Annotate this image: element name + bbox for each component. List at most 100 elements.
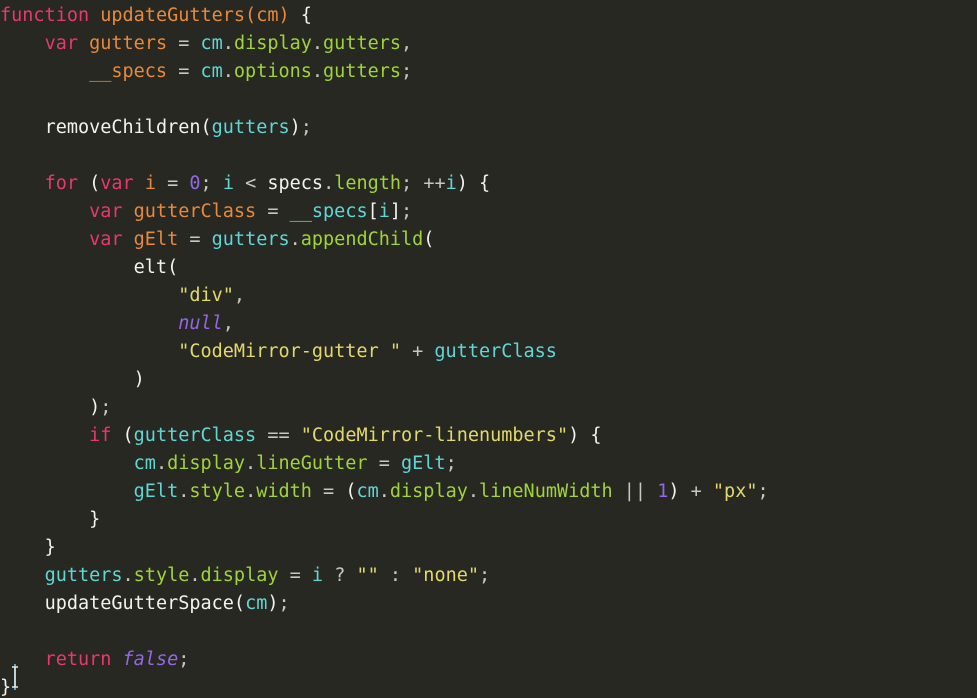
token-paren: ) <box>133 369 145 390</box>
text-cursor <box>14 664 16 690</box>
token-local: cm <box>356 481 379 502</box>
code-line[interactable]: if (gutterClass == "CodeMirror-linenumbe… <box>0 422 769 450</box>
code-line[interactable]: } <box>0 674 769 698</box>
token-def: gutterClass <box>133 201 257 222</box>
token-kw: return <box>44 649 112 670</box>
code-line[interactable]: __specs = cm.options.gutters; <box>0 58 769 86</box>
token-local: i <box>311 565 324 586</box>
token-prop: display <box>233 33 312 54</box>
code-line[interactable]: } <box>0 534 769 562</box>
token-local: gElt <box>401 453 446 474</box>
token-local: gElt <box>133 481 179 502</box>
token-prop: display <box>167 453 246 474</box>
token-prop: appendChild <box>300 229 424 250</box>
token-brace: } <box>44 537 56 558</box>
code-line[interactable]: "CodeMirror-gutter " + gutterClass <box>0 338 769 366</box>
code-line[interactable]: ) <box>0 366 769 394</box>
token-punct: , <box>401 33 413 54</box>
token-brace: } <box>89 509 101 530</box>
token-plain: updateGutterSpace <box>44 593 234 614</box>
code-line[interactable]: var gElt = gutters.appendChild( <box>0 226 769 254</box>
token-punct: = <box>289 565 301 586</box>
code-line[interactable]: function updateGutters(cm) { <box>0 2 769 30</box>
code-line[interactable]: ); <box>0 394 769 422</box>
code-editor[interactable]: function updateGutters(cm) { var gutters… <box>0 0 977 698</box>
code-line[interactable]: ​ <box>0 86 769 114</box>
token-def: __specs <box>89 61 168 82</box>
token-brace: { <box>479 173 491 194</box>
token-punct: = <box>167 173 179 194</box>
code-line[interactable]: ​ <box>0 618 769 646</box>
code-line[interactable]: removeChildren(gutters); <box>0 114 769 142</box>
token-punct: . <box>245 453 257 474</box>
token-punct: , <box>222 313 234 334</box>
token-local: gutters <box>44 565 123 586</box>
code-line[interactable]: } <box>0 506 769 534</box>
token-num: 0 <box>189 173 201 194</box>
code-line[interactable]: gElt.style.width = (cm.display.lineNumWi… <box>0 478 769 506</box>
token-paren: [ <box>367 201 379 222</box>
code-line[interactable]: elt( <box>0 254 769 282</box>
code-content[interactable]: function updateGutters(cm) { var gutters… <box>0 0 769 698</box>
code-line[interactable]: null, <box>0 310 769 338</box>
token-paren: ( <box>233 593 246 614</box>
code-line[interactable]: return false; <box>0 646 769 674</box>
token-atom: null <box>178 313 223 334</box>
token-punct: ; <box>445 453 457 474</box>
token-brace: { <box>590 425 602 446</box>
token-paren: ) <box>289 117 301 138</box>
code-line[interactable]: ​ <box>0 142 769 170</box>
code-line[interactable]: "div", <box>0 282 769 310</box>
token-punct: . <box>222 33 234 54</box>
token-str: "px" <box>712 481 758 502</box>
code-line[interactable]: var gutters = cm.display.gutters, <box>0 30 769 58</box>
code-line[interactable]: var gutterClass = __specs[i]; <box>0 198 769 226</box>
token-punct: = <box>378 453 390 474</box>
token-def: gutters <box>89 33 168 54</box>
token-punct: ; <box>300 117 312 138</box>
token-str: "" <box>356 565 379 586</box>
code-line[interactable]: for (var i = 0; i < specs.length; ++i) { <box>0 170 769 198</box>
token-paren: ( <box>167 257 179 278</box>
code-line[interactable]: gutters.style.display = i ? "" : "none"; <box>0 562 769 590</box>
token-local: gutterClass <box>434 341 557 362</box>
token-def: updateGutters <box>100 5 246 26</box>
token-plain: specs <box>267 173 324 194</box>
code-line[interactable]: updateGutterSpace(cm); <box>0 590 769 618</box>
token-plain: removeChildren <box>44 117 201 138</box>
token-prop: display <box>389 481 468 502</box>
code-line[interactable]: cm.display.lineGutter = gElt; <box>0 450 769 478</box>
token-num: 1 <box>657 481 669 502</box>
token-prop: style <box>133 565 190 586</box>
token-atom: false <box>122 649 179 670</box>
token-prop: width <box>256 481 312 502</box>
token-punct: = <box>178 61 190 82</box>
token-punct: ; <box>401 201 413 222</box>
token-prop: gutters <box>323 61 401 82</box>
token-punct: ; <box>178 649 190 670</box>
